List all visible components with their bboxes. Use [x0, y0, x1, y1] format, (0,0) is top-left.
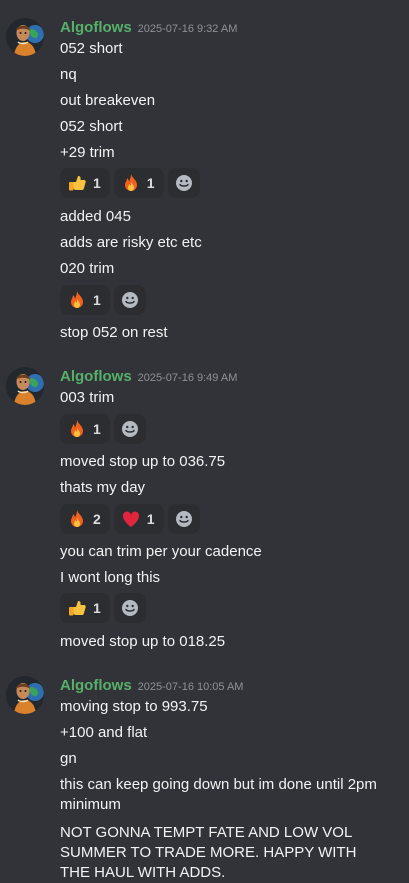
- fire-icon: [121, 173, 141, 193]
- avatar[interactable]: [6, 676, 44, 714]
- reaction-fire[interactable]: 2: [60, 504, 110, 534]
- message-header: Algoflows 2025-07-16 10:05 AM: [60, 676, 243, 697]
- add-reaction-icon: [120, 598, 140, 618]
- message-line: +100 and flat: [60, 724, 148, 741]
- message-line: thats my day: [60, 479, 146, 496]
- message-line: moved stop up to 018.25: [60, 633, 226, 650]
- reaction-count: 2: [93, 511, 101, 527]
- fire-icon: [67, 419, 87, 439]
- reaction-thumbs-up[interactable]: 1: [60, 168, 110, 198]
- message-line: adds are risky etc etc: [60, 234, 202, 251]
- reaction-bar: 2 1: [60, 504, 200, 534]
- reaction-thumbs-up[interactable]: 1: [60, 593, 110, 623]
- message-line: stop 052 on rest: [60, 324, 168, 341]
- message-header: Algoflows 2025-07-16 9:49 AM: [60, 367, 237, 388]
- add-reaction-button[interactable]: [113, 593, 146, 623]
- thumbs-up-icon: [67, 173, 87, 193]
- message-line: 052 short: [60, 118, 123, 135]
- add-reaction-icon: [120, 419, 140, 439]
- timestamp: 2025-07-16 9:32 AM: [137, 23, 238, 35]
- add-reaction-button[interactable]: [167, 504, 200, 534]
- timestamp: 2025-07-16 10:05 AM: [137, 681, 244, 693]
- message-line: nq: [60, 66, 77, 83]
- message-line: +29 trim: [60, 144, 115, 161]
- message-line: added 045: [60, 208, 131, 225]
- reaction-bar: 1: [60, 593, 146, 623]
- author-name[interactable]: Algoflows: [60, 677, 132, 694]
- message-line: out breakeven: [60, 92, 156, 109]
- add-reaction-button[interactable]: [113, 285, 146, 315]
- reaction-fire[interactable]: 1: [60, 285, 110, 315]
- message-line: gn: [60, 750, 77, 767]
- author-name[interactable]: Algoflows: [60, 368, 132, 385]
- reaction-bar: 1: [60, 414, 146, 444]
- add-reaction-icon: [174, 173, 194, 193]
- heart-icon: [121, 509, 141, 529]
- reaction-bar: 1 1: [60, 168, 200, 198]
- message-line: 020 trim: [60, 260, 115, 277]
- reaction-count: 1: [146, 175, 155, 191]
- message-line: moved stop up to 036.75: [60, 453, 226, 470]
- reaction-fire[interactable]: 1: [60, 414, 110, 444]
- message-header: Algoflows 2025-07-16 9:32 AM: [60, 18, 237, 39]
- message-line: NOT GONNA TEMPT FATE AND LOW VOL SUMMER …: [60, 824, 357, 881]
- fire-icon: [67, 290, 87, 310]
- reaction-count: 1: [93, 600, 101, 616]
- message-line: moving stop to 993.75: [60, 698, 208, 715]
- timestamp: 2025-07-16 9:49 AM: [137, 372, 238, 384]
- message-line: 003 trim: [60, 389, 115, 406]
- reaction-heart[interactable]: 1: [113, 504, 164, 534]
- reaction-bar: 1: [60, 285, 146, 315]
- author-name[interactable]: Algoflows: [60, 19, 132, 36]
- reaction-count: 1: [93, 292, 101, 308]
- reaction-count: 1: [146, 511, 155, 527]
- thumbs-up-icon: [67, 598, 87, 618]
- reaction-fire[interactable]: 1: [113, 168, 164, 198]
- add-reaction-button[interactable]: [167, 168, 200, 198]
- message-line: this can keep going down but im done unt…: [60, 776, 377, 813]
- add-reaction-icon: [174, 509, 194, 529]
- message-line: 052 short: [60, 40, 123, 57]
- fire-icon: [67, 509, 87, 529]
- avatar[interactable]: [6, 367, 44, 405]
- message-line: you can trim per your cadence: [60, 543, 262, 560]
- message-line: I wont long this: [60, 569, 161, 586]
- reaction-count: 1: [93, 421, 101, 437]
- avatar[interactable]: [6, 18, 44, 56]
- add-reaction-button[interactable]: [113, 414, 146, 444]
- add-reaction-icon: [120, 290, 140, 310]
- reaction-count: 1: [93, 175, 101, 191]
